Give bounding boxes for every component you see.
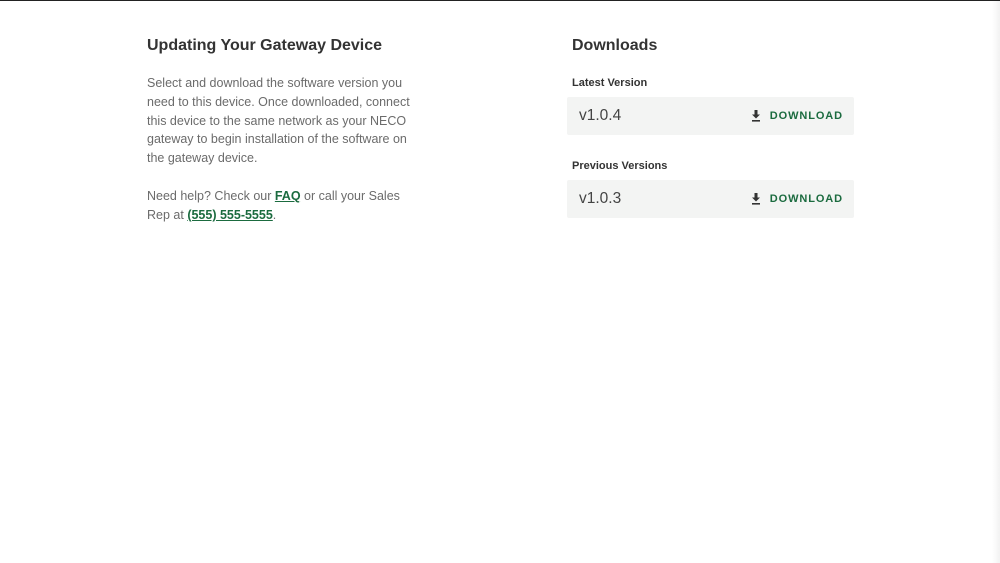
- previous-versions-label: Previous Versions: [572, 160, 668, 172]
- previous-version-number: v1.0.3: [579, 190, 622, 207]
- help-text: Need help? Check our FAQ or call your Sa…: [147, 187, 422, 225]
- latest-download-label: DOWNLOAD: [769, 110, 843, 122]
- download-icon: [751, 193, 760, 205]
- help-suffix: .: [272, 207, 277, 222]
- faq-link[interactable]: FAQ: [275, 189, 301, 203]
- info-title: Updating Your Gateway Device: [147, 37, 383, 54]
- download-icon: [751, 110, 760, 122]
- latest-version-label: Latest Version: [572, 77, 648, 89]
- previous-download-label: DOWNLOAD: [769, 193, 843, 205]
- latest-version-row: v1.0.4 DOWNLOAD: [567, 97, 854, 135]
- latest-version-number: v1.0.4: [579, 107, 622, 124]
- downloads-title: Downloads: [572, 37, 658, 54]
- phone-link[interactable]: (555) 555-5555: [187, 208, 272, 222]
- previous-version-row: v1.0.3 DOWNLOAD: [567, 180, 854, 218]
- help-prefix: Need help? Check our: [147, 188, 275, 203]
- top-divider: [0, 0, 1000, 1]
- previous-download-button[interactable]: DOWNLOAD: [751, 193, 843, 205]
- right-edge-shadow: [992, 0, 1000, 563]
- downloads-section: Downloads Latest Version v1.0.4 DOWNLOAD…: [567, 36, 854, 218]
- info-description: Select and download the software version…: [147, 76, 410, 166]
- info-section: Updating Your Gateway Device Select and …: [147, 36, 422, 225]
- latest-download-button[interactable]: DOWNLOAD: [751, 110, 843, 122]
